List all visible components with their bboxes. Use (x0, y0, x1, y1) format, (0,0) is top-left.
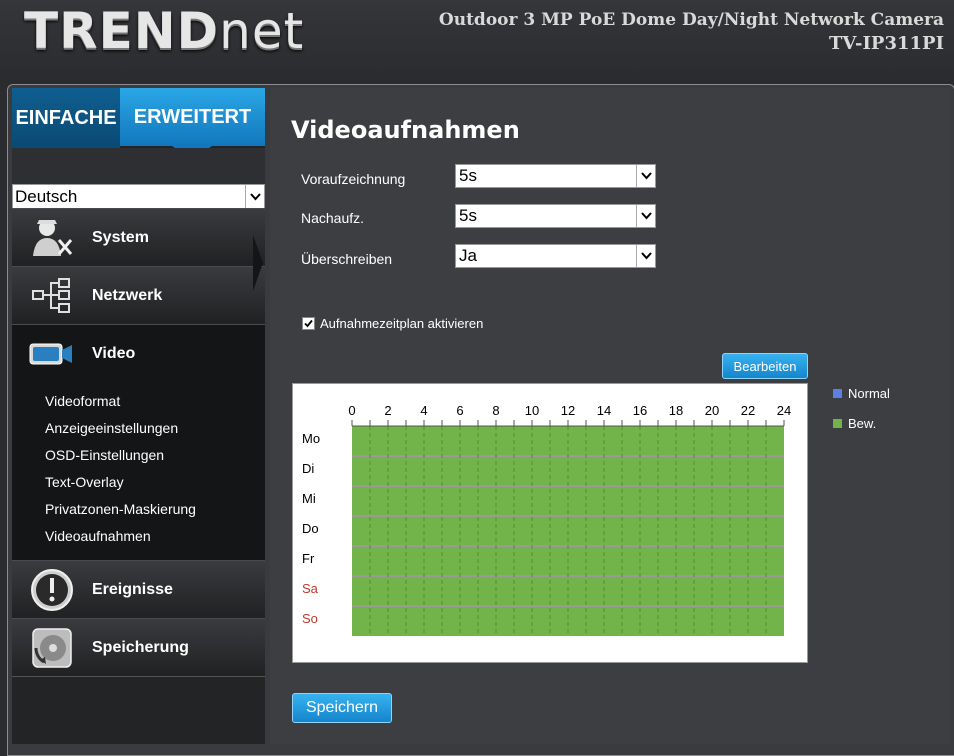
edit-schedule-button[interactable]: Bearbeiten (722, 353, 808, 379)
chevron-down-icon[interactable] (636, 205, 655, 227)
legend-label-normal: Normal (848, 386, 890, 401)
trendnet-logo: TRENDnet (24, 2, 305, 60)
nav-label-system: System (92, 228, 149, 246)
overwrite-value: Ja (459, 246, 477, 265)
schedule-hour-label: 10 (525, 403, 539, 418)
nav-label-network: Netzwerk (92, 286, 163, 304)
nav-item-network[interactable]: Netzwerk (12, 266, 265, 325)
overwrite-label: Überschreiben (301, 251, 393, 267)
legend-motion: Bew. (833, 416, 876, 431)
post-record-select[interactable]: 5s (455, 204, 656, 228)
pre-record-value: 5s (459, 166, 477, 185)
language-band (12, 148, 265, 184)
mode-tabs: EINFACHE ERWEITERT (12, 88, 265, 160)
submenu-text-overlay[interactable]: Text-Overlay (45, 474, 124, 490)
schedule-day-label: So (302, 611, 318, 626)
schedule-hour-label: 20 (705, 403, 719, 418)
language-select[interactable]: Deutsch (12, 184, 265, 210)
product-line: Outdoor 3 MP PoE Dome Day/Night Network … (438, 10, 944, 30)
pre-record-label: Voraufzeichnung (301, 171, 406, 187)
product-info: Outdoor 3 MP PoE Dome Day/Night Network … (439, 8, 944, 56)
schedule-hour-label: 16 (633, 403, 647, 418)
schedule-day-label: Fr (302, 551, 315, 566)
nav-item-system[interactable]: System (12, 208, 265, 267)
schedule-grid[interactable]: 0 2 4 6 8 10 12 14 16 18 20 22 24 Mo Di Mi Do Fr Sa So (292, 383, 808, 663)
sidebar: EINFACHE ERWEITERT Deutsch System Netzwe… (12, 88, 265, 744)
schedule-hour-label: 8 (492, 403, 499, 418)
system-admin-icon (12, 209, 92, 266)
schedule-day-label: Mo (302, 431, 320, 446)
schedule-hour-label: 12 (561, 403, 575, 418)
schedule-day-label: Di (302, 461, 314, 476)
nav-item-storage[interactable]: Speicherung (12, 618, 265, 677)
submenu-videoformat[interactable]: Videoformat (45, 393, 120, 409)
legend-normal: Normal (833, 386, 890, 401)
nav-label-video: Video (92, 344, 136, 362)
save-button[interactable]: Speichern (292, 693, 392, 723)
schedule-hour-label: 14 (597, 403, 611, 418)
active-nav-pointer (253, 235, 263, 291)
tab-advanced[interactable]: ERWEITERT (120, 88, 265, 146)
schedule-hour-label: 22 (741, 403, 755, 418)
page-title: Videoaufnahmen (291, 116, 520, 144)
schedule-grid-svg: 0 2 4 6 8 10 12 14 16 18 20 22 24MoDiMiDoFrSaSo (302, 403, 791, 636)
schedule-hour-label: 2 (384, 403, 391, 418)
schedule-enable-checkbox[interactable] (302, 317, 315, 330)
chevron-down-icon[interactable] (636, 165, 655, 187)
schedule-day-label: Mi (302, 491, 316, 506)
schedule-hour-label: 0 (348, 403, 355, 418)
schedule-hour-label: 4 (420, 403, 427, 418)
chevron-down-icon[interactable] (636, 245, 655, 267)
legend-swatch-normal (833, 389, 842, 398)
nav-item-events[interactable]: Ereignisse (12, 560, 265, 619)
product-model: TV-IP311PI (828, 33, 944, 54)
language-value: Deutsch (15, 187, 78, 206)
schedule-day-label: Do (302, 521, 319, 536)
submenu-osd-settings[interactable]: OSD-Einstellungen (45, 447, 164, 463)
overwrite-select[interactable]: Ja (455, 244, 656, 268)
schedule-enable-row: Aufnahmezeitplan aktivieren (302, 316, 483, 331)
nav-label-events: Ereignisse (92, 580, 173, 598)
tab-basic[interactable]: EINFACHE (12, 88, 120, 148)
post-record-value: 5s (459, 206, 477, 225)
schedule-enable-label: Aufnahmezeitplan aktivieren (320, 316, 484, 331)
chevron-down-icon[interactable] (245, 185, 264, 209)
legend-label-motion: Bew. (848, 416, 877, 431)
post-record-label: Nachaufz. (301, 210, 365, 226)
submenu-video-recording[interactable]: Videoaufnahmen (45, 528, 151, 544)
submenu-privacy-mask[interactable]: Privatzonen-Maskierung (45, 501, 196, 517)
submenu-display-settings[interactable]: Anzeigeeinstellungen (45, 420, 178, 436)
pre-record-select[interactable]: 5s (455, 164, 656, 188)
nav-label-storage: Speicherung (92, 638, 189, 656)
network-icon (12, 267, 92, 324)
alert-icon (12, 561, 92, 618)
schedule-hour-label: 24 (777, 403, 791, 418)
schedule-day-label: Sa (302, 581, 319, 596)
legend-swatch-motion (833, 419, 842, 428)
nav-item-video[interactable]: Video (12, 324, 265, 382)
schedule-hour-label: 18 (669, 403, 683, 418)
video-camera-icon (12, 325, 92, 382)
storage-icon (12, 619, 92, 676)
header: TRENDnet Outdoor 3 MP PoE Dome Day/Night… (0, 0, 954, 84)
video-submenu: Videoformat Anzeigeeinstellungen OSD-Ein… (12, 380, 265, 560)
schedule-hour-label: 6 (456, 403, 463, 418)
